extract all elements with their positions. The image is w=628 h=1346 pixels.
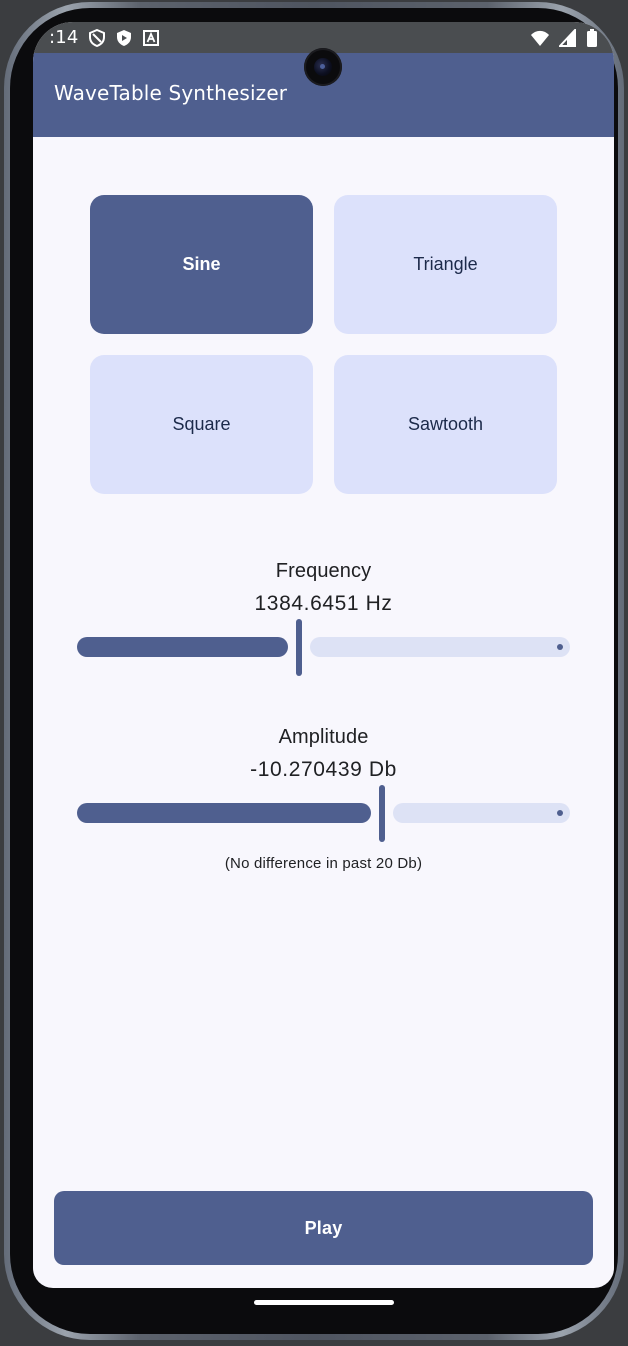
signal-icon: [559, 28, 576, 47]
frequency-slider[interactable]: [77, 619, 570, 679]
amplitude-active-track[interactable]: [77, 803, 371, 823]
status-bar-right: [530, 22, 598, 53]
waveform-selector: Sine Triangle Square Sawtooth: [90, 195, 557, 495]
play-button[interactable]: Play: [54, 1191, 593, 1265]
wifi-icon: [531, 30, 549, 46]
frequency-control: Frequency 1384.6451 Hz: [33, 559, 614, 676]
triangle-wave-button[interactable]: Triangle: [334, 195, 557, 334]
frequency-inactive-track[interactable]: [310, 637, 570, 657]
amplitude-label: Amplitude: [278, 726, 369, 748]
privacy-shield-icon: [88, 28, 105, 47]
app-screen: :14 WaveTable Synthesizer Sine Triangle …: [33, 22, 614, 1288]
phone-frame: :14 WaveTable Synthesizer Sine Triangle …: [4, 2, 624, 1340]
sawtooth-wave-button[interactable]: Sawtooth: [334, 355, 557, 494]
square-wave-button[interactable]: Square: [90, 355, 313, 494]
text-a-icon: [142, 29, 159, 46]
amplitude-control: Amplitude -10.270439 Db: [33, 725, 614, 842]
frequency-label: Frequency: [275, 560, 372, 582]
amplitude-note: (No difference in past 20 Db): [224, 855, 423, 872]
battery-icon: [587, 28, 597, 47]
amplitude-slider[interactable]: [77, 785, 570, 845]
frequency-value: 1384.6451 Hz: [254, 592, 393, 615]
amplitude-slider-end-dot: [557, 810, 563, 816]
frequency-slider-thumb[interactable]: [296, 619, 302, 676]
sine-wave-button[interactable]: Sine: [90, 195, 313, 334]
amplitude-value: -10.270439 Db: [250, 758, 397, 781]
shield-play-icon: [116, 29, 131, 46]
frequency-active-track[interactable]: [77, 637, 288, 657]
front-camera-icon: [304, 48, 342, 86]
status-bar-left: :14: [49, 22, 160, 53]
synth-content: Sine Triangle Square Sawtooth Frequency …: [33, 137, 614, 1288]
home-indicator[interactable]: [254, 1300, 394, 1305]
status-time: :14: [49, 26, 79, 48]
amplitude-inactive-track[interactable]: [393, 803, 570, 823]
app-title: WaveTable Synthesizer: [54, 81, 288, 105]
amplitude-slider-thumb[interactable]: [379, 785, 385, 842]
frequency-slider-end-dot: [557, 644, 563, 650]
